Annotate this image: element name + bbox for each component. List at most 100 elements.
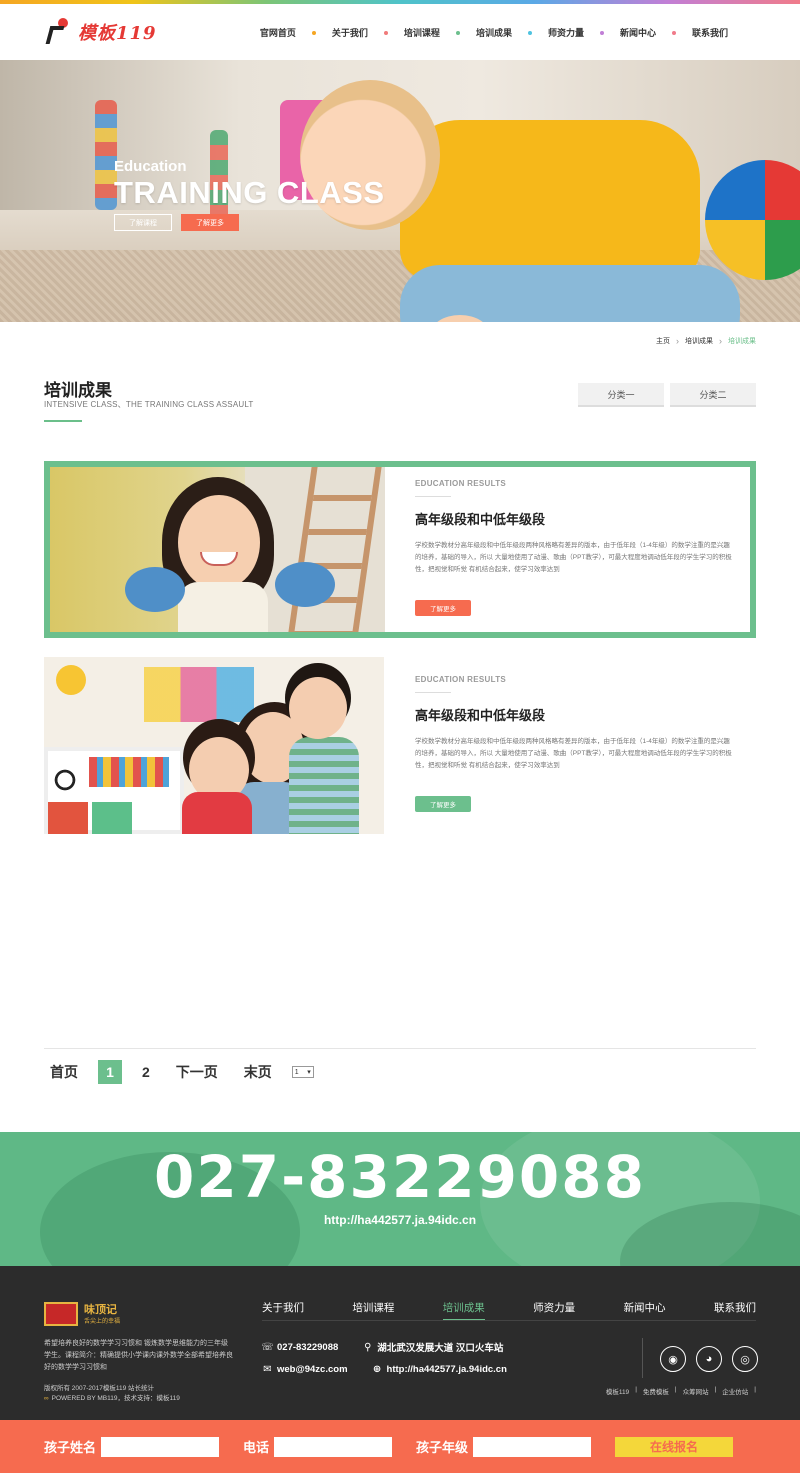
- globe-icon: ⊕: [372, 1364, 382, 1375]
- footer-nav-about[interactable]: 关于我们: [262, 1300, 304, 1321]
- link-icon: ∞: [44, 1395, 49, 1402]
- phone-label: 电话: [243, 1440, 270, 1455]
- title-underline: [44, 420, 82, 422]
- footer-description: 希望培养良好的数学学习习惯和 锻炼数学思维能力的三年级学生。课程简介：精确提供小…: [44, 1340, 233, 1371]
- footer-website[interactable]: http://ha442577.ja.94idc.cn: [387, 1364, 507, 1375]
- nav-separator-dot: [383, 30, 388, 35]
- breadcrumb-current: 培训成果: [728, 338, 756, 345]
- page-link[interactable]: 2: [136, 1062, 156, 1082]
- learn-course-button[interactable]: 了解课程: [114, 214, 172, 231]
- result-card[interactable]: EDUCATION RESULTS 高年级段和中低年级段 学校数学教材分高年级段…: [44, 461, 756, 638]
- pagination: 首页 1 2 下一页 末页 1 ▾: [44, 1060, 314, 1084]
- nav-results[interactable]: 培训成果: [468, 26, 520, 39]
- card-body: EDUCATION RESULTS 高年级段和中低年级段 学校数学教材分高年级段…: [415, 479, 735, 616]
- footer-brand-slogan: 舌尖上的幸福: [84, 1318, 121, 1325]
- signup-bar: 孩子姓名 电话 孩子年级 在线报名: [0, 1420, 800, 1473]
- footer-address: 湖北武汉发展大道 汉口火车站: [377, 1343, 504, 1354]
- footer-brand-name: 味顶记: [84, 1303, 117, 1316]
- pagination-divider: [44, 1048, 756, 1049]
- card-title[interactable]: 高年级段和中低年级段: [415, 509, 735, 528]
- child-name-input[interactable]: [101, 1436, 220, 1457]
- nav-separator-dot: [671, 30, 676, 35]
- logo-runner-icon: [45, 18, 70, 46]
- banner-buttons: 了解课程 了解更多: [114, 214, 239, 231]
- main-nav: 官网首页 关于我们 培训课程 培训成果 师资力量 新闻中心 联系我们: [252, 26, 736, 39]
- banner-title: TRAINING CLASS: [114, 175, 385, 210]
- card-divider: [415, 496, 451, 497]
- grade-label: 孩子年级: [416, 1440, 469, 1455]
- footer-links: 模板119 | 免费模板 | 众筹网站 | 企业仿站 |: [605, 1386, 756, 1396]
- footer-nav-news[interactable]: 新闻中心: [624, 1300, 666, 1321]
- phone-input[interactable]: [274, 1436, 393, 1457]
- footer-copyright: 版权所有 2007-2017模板119 站长统计 ∞ POWERED BY MB…: [44, 1385, 180, 1402]
- hero-banner: Education TRAINING CLASS 了解课程 了解更多: [0, 60, 800, 322]
- qq-icon[interactable]: ◉: [660, 1346, 686, 1372]
- footer-logo[interactable]: 味顶记 舌尖上的幸福: [44, 1302, 120, 1326]
- card-more-button[interactable]: 了解更多: [415, 600, 471, 616]
- learn-more-button[interactable]: 了解更多: [181, 214, 239, 231]
- site-header: 模板119 官网首页 关于我们 培训课程 培训成果 师资力量 新闻中心 联系我们: [0, 4, 800, 60]
- social-links: ◉ ◕ ◎: [660, 1346, 758, 1372]
- breadcrumb: 主页 › 培训成果 › 培训成果: [656, 336, 756, 346]
- child-name-label: 孩子姓名: [44, 1440, 97, 1455]
- banner-subtitle: Education: [114, 158, 187, 175]
- footer-phone: 027-83229088: [277, 1341, 339, 1353]
- chevron-right-icon: ›: [719, 336, 722, 346]
- card-more-button[interactable]: 了解更多: [415, 796, 471, 812]
- site-logo[interactable]: 模板119: [45, 18, 157, 46]
- site-footer: 味顶记 舌尖上的幸福 希望培养良好的数学学习习惯和 锻炼数学思维能力的三年级学生…: [0, 1266, 800, 1420]
- page-select[interactable]: 1 ▾: [291, 1066, 314, 1078]
- nav-home[interactable]: 官网首页: [252, 26, 304, 39]
- caret-down-icon: ▾: [307, 1069, 311, 1076]
- card-description: 学校数学教材分高年级段和中低年级段两种风格略有差异的版本，由于低年段（1-4年级…: [415, 542, 732, 573]
- footer-email[interactable]: web@94zc.com: [277, 1364, 348, 1375]
- card-title[interactable]: 高年级段和中低年级段: [415, 705, 735, 724]
- logo-text: 模板119: [78, 23, 157, 44]
- brand-seal-icon: [44, 1302, 78, 1326]
- nav-separator-dot: [599, 30, 604, 35]
- last-page-link[interactable]: 末页: [238, 1060, 278, 1084]
- weibo-icon[interactable]: ◎: [732, 1346, 758, 1372]
- footer-nav-contact[interactable]: 联系我们: [714, 1300, 756, 1321]
- nav-contact[interactable]: 联系我们: [684, 26, 736, 39]
- location-pin-icon: ⚲: [364, 1341, 372, 1353]
- footer-nav-teachers[interactable]: 师资力量: [533, 1300, 575, 1321]
- footer-nav: 关于我们 培训课程 培训成果 师资力量 新闻中心 联系我们: [262, 1300, 756, 1321]
- hotline-number: 027-83229088: [154, 1143, 646, 1211]
- next-page-link[interactable]: 下一页: [170, 1060, 224, 1084]
- band-website-url[interactable]: http://ha442577.ja.94idc.cn: [0, 1213, 800, 1227]
- first-page-link[interactable]: 首页: [44, 1060, 84, 1084]
- card-body: EDUCATION RESULTS 高年级段和中低年级段 学校数学教材分高年级段…: [415, 675, 735, 812]
- wechat-icon[interactable]: ◕: [696, 1346, 722, 1372]
- nav-teachers[interactable]: 师资力量: [540, 26, 592, 39]
- footer-link[interactable]: 众筹网站: [683, 1386, 709, 1396]
- grade-input[interactable]: [473, 1436, 592, 1457]
- nav-news[interactable]: 新闻中心: [612, 26, 664, 39]
- banner-heading: Education TRAINING CLASS: [114, 158, 385, 210]
- footer-vertical-divider: [642, 1338, 643, 1378]
- breadcrumb-home[interactable]: 主页: [656, 336, 670, 346]
- nav-courses[interactable]: 培训课程: [396, 26, 448, 39]
- signup-submit-button[interactable]: 在线报名: [615, 1436, 734, 1457]
- card-divider: [415, 692, 451, 693]
- footer-link[interactable]: 模板119: [606, 1386, 629, 1396]
- page-title: 培训成果: [44, 381, 112, 400]
- footer-nav-results[interactable]: 培训成果: [442, 1300, 485, 1321]
- card-description: 学校数学教材分高年级段和中低年级段两种风格略有差异的版本，由于低年段（1-4年级…: [415, 738, 732, 769]
- category-one-button[interactable]: 分类一: [578, 383, 664, 407]
- footer-link[interactable]: 企业仿站: [722, 1386, 748, 1396]
- category-filter: 分类一 分类二: [578, 383, 756, 407]
- nav-about[interactable]: 关于我们: [324, 26, 376, 39]
- breadcrumb-level1[interactable]: 培训成果: [685, 336, 713, 346]
- footer-nav-courses[interactable]: 培训课程: [352, 1300, 394, 1321]
- card-photo-girl[interactable]: [50, 467, 385, 632]
- card-photo-family[interactable]: [44, 657, 384, 834]
- footer-contact: ☏ 027-83229088 ⚲ 湖北武汉发展大道 汉口火车站 ✉ web@94zc.…: [261, 1340, 507, 1385]
- card-label: EDUCATION RESULTS: [415, 675, 507, 684]
- result-card[interactable]: EDUCATION RESULTS 高年级段和中低年级段 学校数学教材分高年级段…: [44, 657, 756, 834]
- category-two-button[interactable]: 分类二: [670, 383, 756, 407]
- nav-separator-dot: [455, 30, 460, 35]
- page-link-current[interactable]: 1: [98, 1060, 122, 1084]
- footer-link[interactable]: 免费模板: [643, 1386, 669, 1396]
- mail-icon: ✉: [263, 1364, 272, 1375]
